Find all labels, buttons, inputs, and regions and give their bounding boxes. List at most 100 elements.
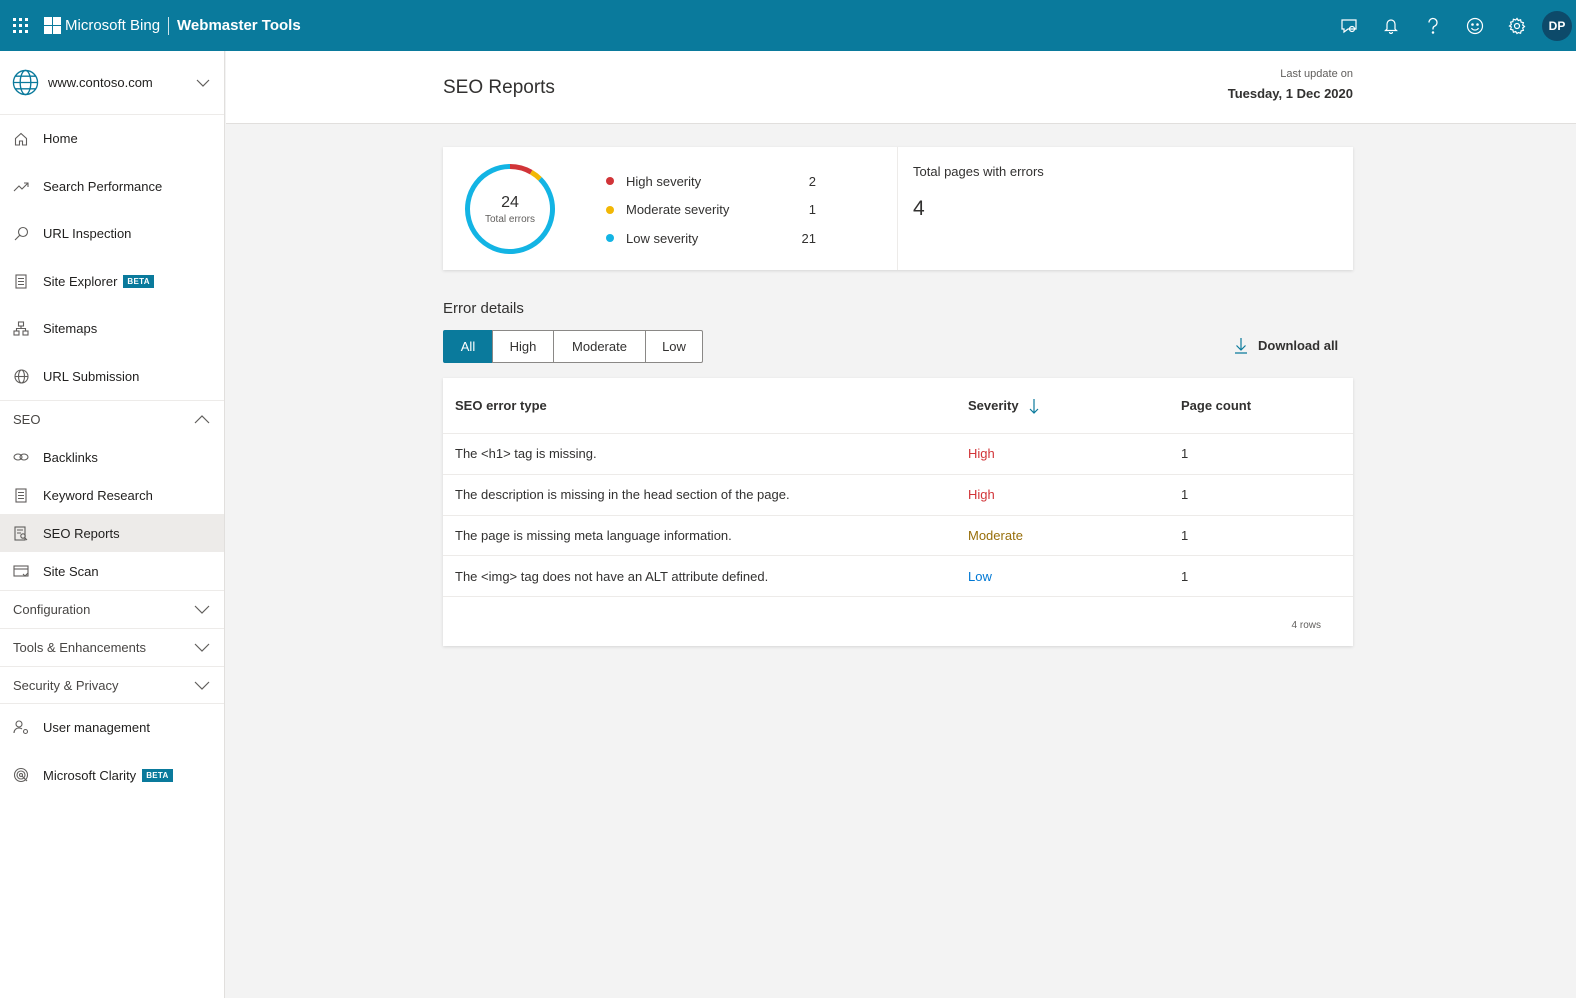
page-title: SEO Reports [443,77,555,98]
sidebar-item-keyword-research[interactable]: Keyword Research [0,476,224,514]
low-dot [606,234,614,243]
filter-low[interactable]: Low [645,330,703,363]
sidebar-item-url-submission[interactable]: URL Submission [0,353,224,401]
legend-label: High severity [626,173,702,189]
section-security-privacy[interactable]: Security & Privacy [0,666,224,704]
pages-with-errors-label: Total pages with errors [913,164,1044,179]
sidebar-item-label: Backlinks [43,449,98,465]
legend-value: 1 [808,202,816,218]
sidebar-item-microsoft-clarity[interactable]: Microsoft Clarity BETA [0,752,224,800]
beta-badge: BETA [142,768,173,782]
scan-icon [13,564,29,577]
feedback-button[interactable] [1328,0,1370,51]
sidebar-item-seo-reports[interactable]: SEO Reports [0,514,224,552]
download-icon [1235,338,1247,354]
section-label: Configuration [13,602,91,617]
help-button[interactable] [1412,0,1454,51]
nav-main: Home Search Performance URL Inspection S… [0,115,224,400]
sidebar-item-site-scan[interactable]: Site Scan [0,552,224,590]
cell-severity: High [968,487,995,503]
summary-card: 24 Total errors High severity 2 Moderate… [443,147,1353,270]
errors-table: SEO error type Severity Page count The <… [443,378,1353,646]
filter-moderate[interactable]: Moderate [553,330,646,363]
cell-severity: High [968,446,995,462]
cell-severity: Moderate [968,527,1023,543]
legend-value: 2 [808,173,816,189]
sidebar-item-sitemaps[interactable]: Sitemaps [0,305,224,353]
total-errors-value: 24 [501,193,519,211]
section-seo[interactable]: SEO [0,400,224,438]
trend-icon [13,182,29,192]
brand-separator [168,16,170,35]
col-page-count[interactable]: Page count [1169,398,1353,413]
avatar[interactable]: DP [1542,10,1572,41]
table-row[interactable]: The page is missing meta language inform… [443,516,1353,557]
severity-filter: All High Moderate Low [443,330,703,363]
sidebar-item-label: Sitemaps [43,321,98,337]
beta-badge: BETA [123,274,154,288]
chevron-down-icon [194,643,210,652]
sidebar-item-label: Microsoft Clarity [43,767,137,783]
sitemap-icon [13,321,29,336]
sidebar-item-search-performance[interactable]: Search Performance [0,163,224,211]
col-severity[interactable]: Severity [957,398,1169,414]
chevron-up-icon [194,415,210,424]
filter-all[interactable]: All [443,330,493,363]
sidebar-item-label: Home [43,131,78,147]
top-icons: DP [1328,0,1576,51]
top-bar: Microsoft Bing Webmaster Tools DP [0,0,1576,51]
download-all-button[interactable]: Download all [1234,337,1338,354]
sidebar-item-label: URL Submission [43,368,140,384]
cell-page-count: 1 [1181,527,1189,543]
product-name[interactable]: Webmaster Tools [177,17,301,34]
chevron-down-icon [194,605,210,614]
donut-center: 24 Total errors [463,162,557,256]
col-severity-label: Severity [968,398,1019,413]
sidebar-item-url-inspection[interactable]: URL Inspection [0,210,224,258]
legend-low: Low severity 21 [606,224,816,253]
table-row[interactable]: The description is missing in the head s… [443,475,1353,516]
sort-down-icon [1029,398,1039,414]
download-all-label: Download all [1258,338,1339,353]
sidebar-item-user-management[interactable]: User management [0,704,224,752]
sidebar-item-backlinks[interactable]: Backlinks [0,438,224,476]
site-picker[interactable]: www.contoso.com [0,51,224,115]
section-tools-enhancements[interactable]: Tools & Enhancements [0,628,224,666]
col-error-type[interactable]: SEO error type [443,398,957,413]
table-row[interactable]: The <img> tag does not have an ALT attri… [443,556,1353,597]
sidebar-item-home[interactable]: Home [0,115,224,163]
settings-button[interactable] [1496,0,1538,51]
table-row[interactable]: The <h1> tag is missing. High 1 [443,434,1353,475]
report-icon [14,525,28,541]
pages-summary: Total pages with errors 4 [898,147,1353,270]
table-header: SEO error type Severity Page count [443,378,1353,434]
rows-count: 4 rows [1291,620,1321,631]
filter-high[interactable]: High [492,330,554,363]
feedback-smiley-button[interactable] [1454,0,1496,51]
notifications-button[interactable] [1370,0,1412,51]
sidebar-item-site-explorer[interactable]: Site Explorer BETA [0,258,224,306]
errors-summary: 24 Total errors High severity 2 Moderate… [443,147,898,270]
chevron-down-icon [194,681,210,690]
legend-value: 21 [801,230,816,246]
section-label: Security & Privacy [13,677,119,693]
cell-page-count: 1 [1181,568,1189,584]
sidebar-item-label: Keyword Research [43,487,153,503]
sidebar-item-label: Search Performance [43,178,163,194]
brand-name: Microsoft Bing [65,17,161,34]
clarity-icon [13,768,29,783]
cell-page-count: 1 [1181,446,1189,462]
legend-label: Moderate severity [626,202,730,218]
pages-with-errors-value: 4 [913,197,925,220]
globe-icon [13,369,29,384]
search-icon [14,227,28,241]
sidebar-item-label: SEO Reports [43,525,120,541]
cell-error-type: The description is missing in the head s… [455,487,790,503]
section-configuration[interactable]: Configuration [0,590,224,628]
link-icon [13,453,29,461]
app-launcher-button[interactable] [0,0,40,51]
last-update: Last update on Tuesday, 1 Dec 2020 [1228,68,1353,101]
chevron-down-icon [196,79,210,87]
feedback-icon [1341,18,1357,33]
cell-severity: Low [968,568,992,584]
